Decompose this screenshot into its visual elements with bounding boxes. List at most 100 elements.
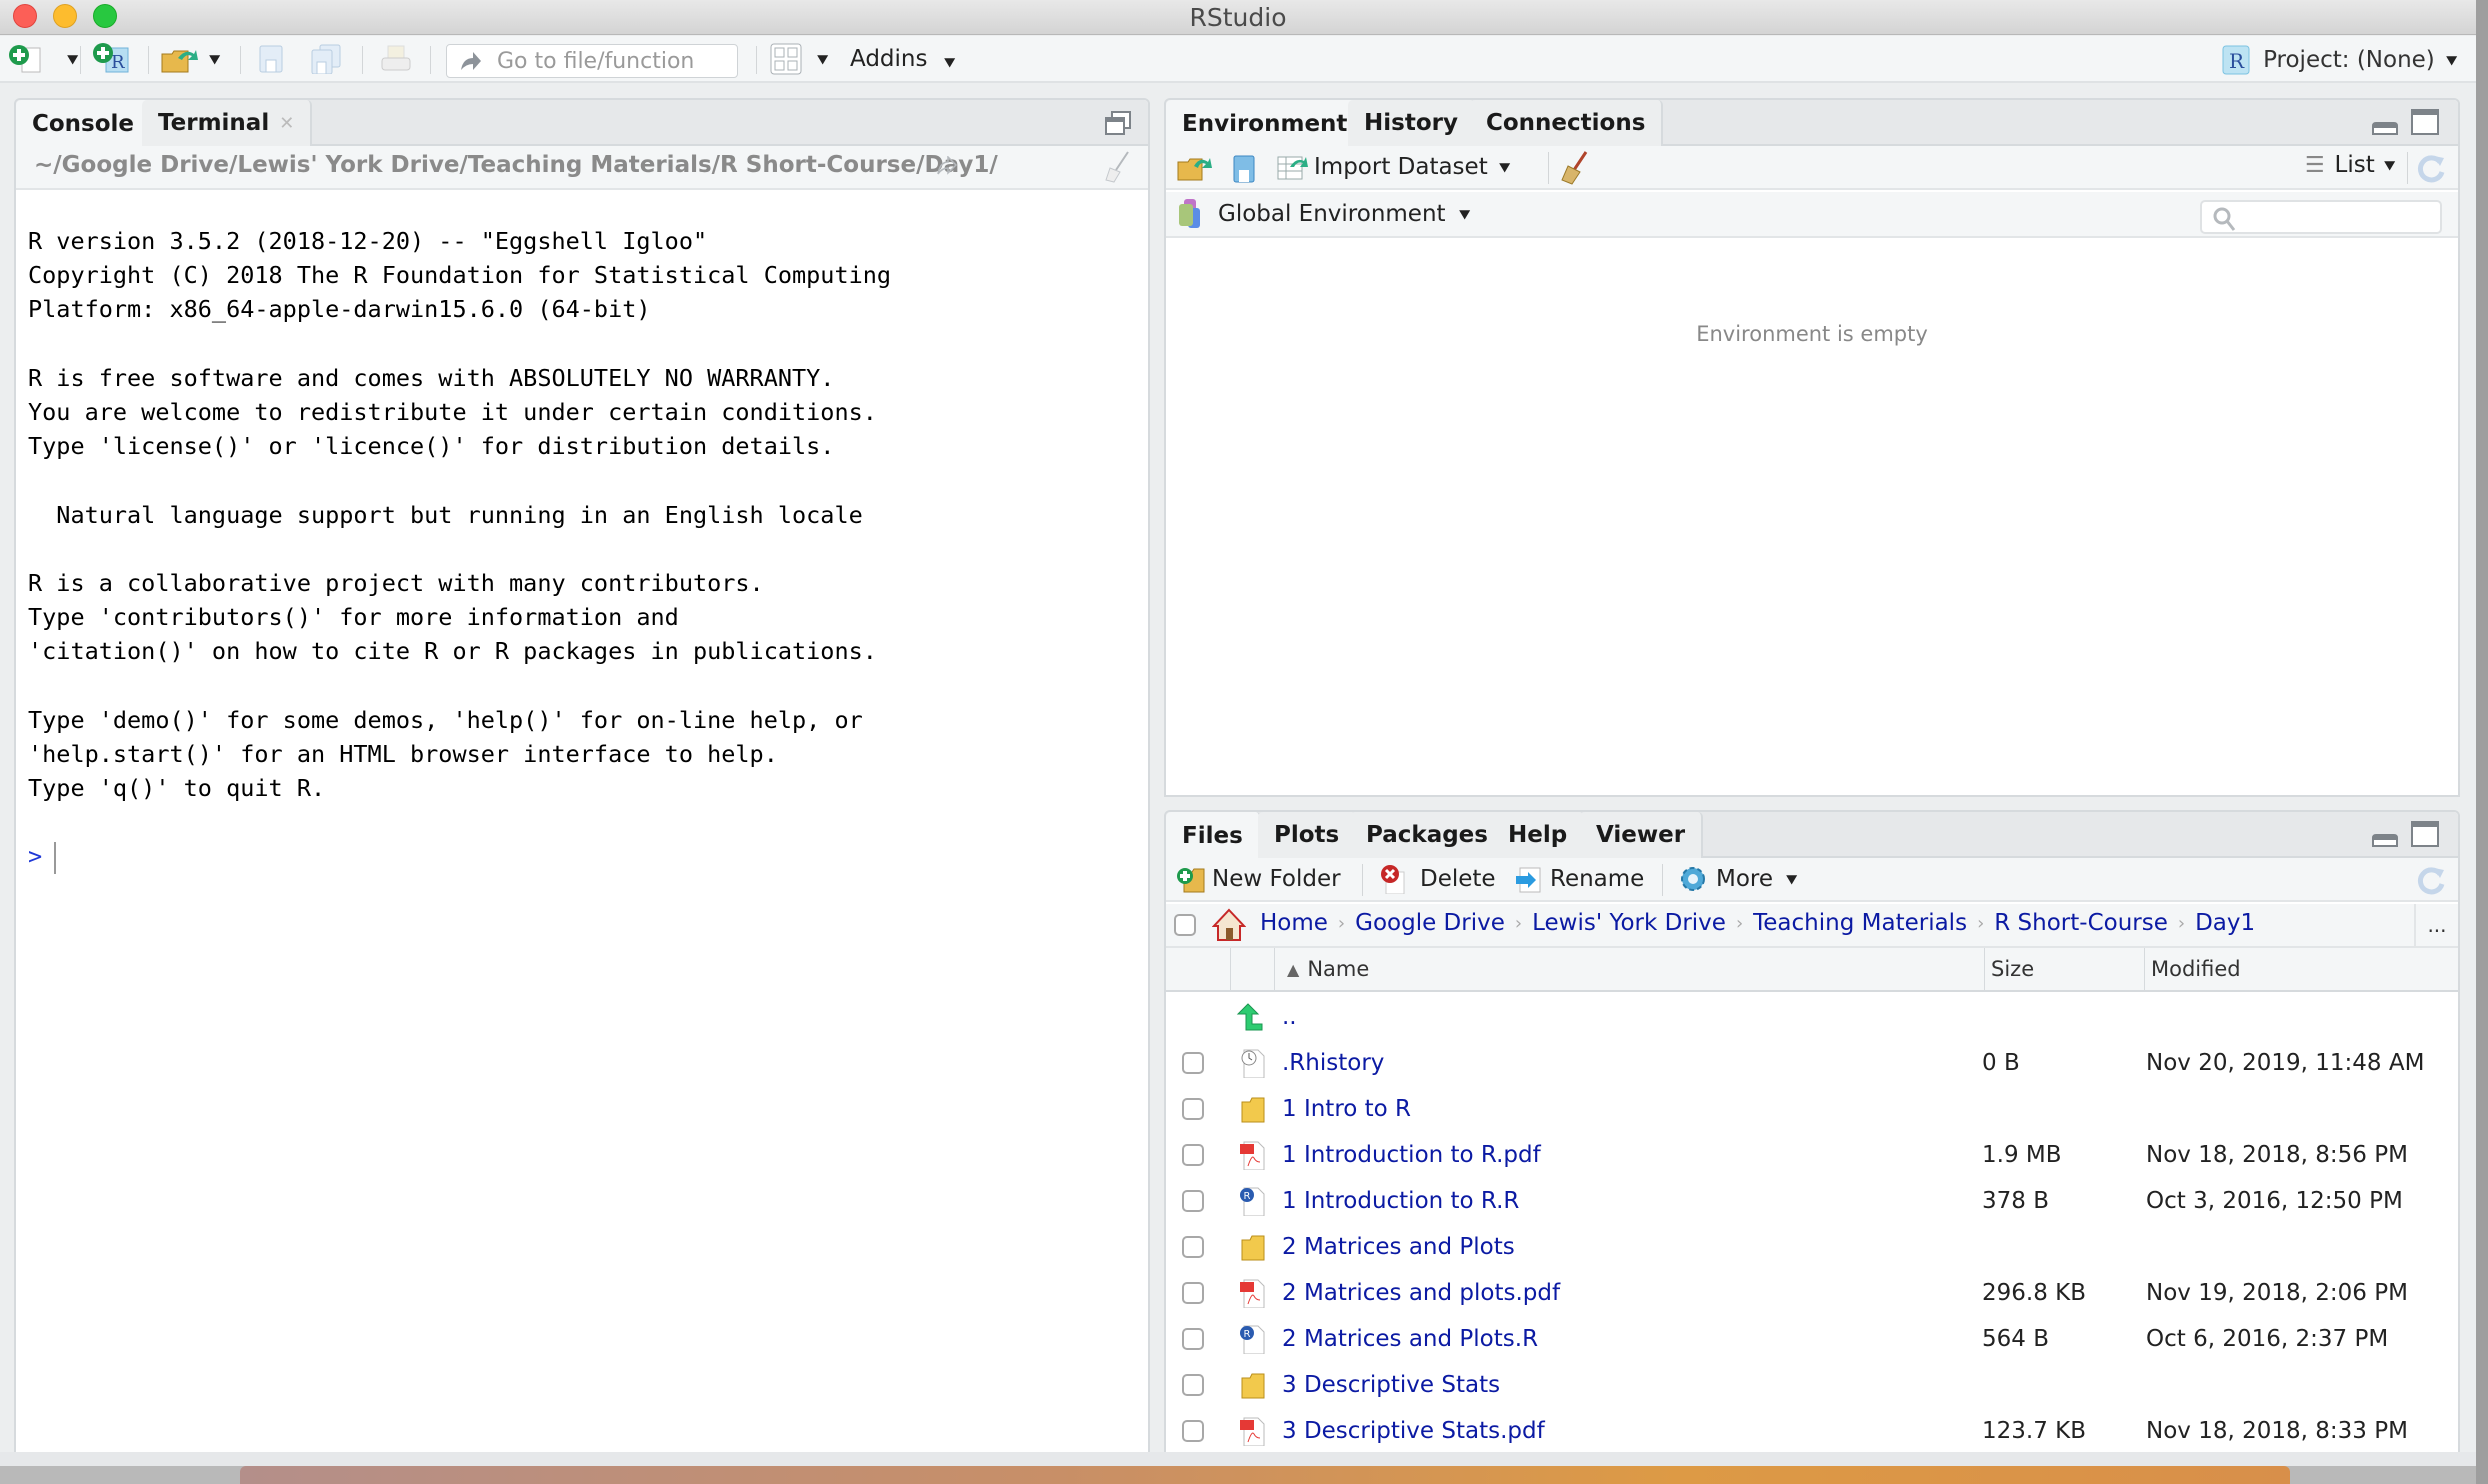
file-name-link[interactable]: 3 Descriptive Stats.pdf <box>1282 1418 1545 1444</box>
working-directory[interactable]: ~/Google Drive/Lewis' York Drive/Teachin… <box>34 152 998 178</box>
tab-history[interactable]: History <box>1348 100 1476 146</box>
console-output[interactable]: R version 3.5.2 (2018-12-20) -- "Eggshel… <box>28 224 1138 1452</box>
svg-text:R: R <box>111 52 125 73</box>
file-checkbox[interactable] <box>1182 1282 1204 1304</box>
column-header-name[interactable]: ▲ Name <box>1274 948 1984 990</box>
tab-connections[interactable]: Connections <box>1470 100 1664 146</box>
tab-terminal[interactable]: Terminal ✕ <box>142 100 313 146</box>
file-name-link[interactable]: 1 Intro to R <box>1282 1096 1411 1122</box>
save-workspace-icon[interactable] <box>1232 154 1256 184</box>
import-dataset-button[interactable]: Import Dataset ▼ <box>1276 150 1510 184</box>
file-row[interactable]: 2 Matrices and Plots <box>1166 1224 2458 1270</box>
maximize-pane-icon[interactable] <box>2410 820 2440 848</box>
tab-files[interactable]: Files <box>1166 812 1261 860</box>
file-checkbox[interactable] <box>1182 1052 1204 1074</box>
tab-console[interactable]: Console <box>16 100 153 148</box>
breadcrumb-item[interactable]: Day1 <box>2195 910 2255 936</box>
file-name-link[interactable]: 1 Introduction to R.R <box>1282 1188 1519 1214</box>
tab-viewer[interactable]: Viewer <box>1580 812 1704 858</box>
file-checkbox[interactable] <box>1182 1144 1204 1166</box>
breadcrumb-item[interactable]: Teaching Materials <box>1753 910 1967 936</box>
tab-label: History <box>1364 110 1458 136</box>
minimize-pane-icon[interactable] <box>2372 120 2398 136</box>
goto-directory-icon[interactable] <box>936 156 958 176</box>
file-checkbox[interactable] <box>1182 1098 1204 1120</box>
more-menu[interactable]: More ▼ <box>1678 864 1797 894</box>
pane-layout-button[interactable]: ▼ <box>770 43 828 75</box>
restore-pane-icon[interactable] <box>1104 110 1132 136</box>
breadcrumb-item[interactable]: Google Drive <box>1355 910 1505 936</box>
breadcrumb-item[interactable]: Lewis' York Drive <box>1532 910 1726 936</box>
chevron-down-icon[interactable]: ▼ <box>67 52 78 66</box>
save-all-button[interactable] <box>310 44 342 74</box>
file-row[interactable]: 1 Intro to R <box>1166 1086 2458 1132</box>
close-tab-icon[interactable]: ✕ <box>279 113 294 134</box>
rename-button[interactable]: Rename <box>1514 864 1644 894</box>
file-row[interactable]: 3 Descriptive Stats.pdf 123.7 KB Nov 18, 2… <box>1166 1408 2458 1452</box>
tab-plots[interactable]: Plots <box>1258 812 1358 858</box>
file-size: 123.7 KB <box>1982 1418 2087 1444</box>
file-name-link[interactable]: .Rhistory <box>1282 1050 1384 1076</box>
addins-menu[interactable]: Addins ▼ <box>850 46 955 72</box>
delete-button[interactable]: Delete <box>1380 864 1496 894</box>
new-project-button[interactable]: R <box>92 43 132 74</box>
env-search-input[interactable] <box>2200 200 2442 234</box>
breadcrumb-item[interactable]: R Short-Course <box>1994 910 2168 936</box>
goto-file-function-input[interactable]: Go to file/function <box>446 44 738 78</box>
tab-packages[interactable]: Packages <box>1350 812 1506 858</box>
file-checkbox[interactable] <box>1182 1236 1204 1258</box>
new-file-button[interactable]: ▼ <box>8 44 78 74</box>
env-scope-bar: Global Environment ▼ <box>1166 192 2458 238</box>
file-checkbox[interactable] <box>1182 1328 1204 1350</box>
home-icon[interactable] <box>1212 908 1246 942</box>
breadcrumb-separator-icon: › <box>1735 912 1744 934</box>
refresh-icon[interactable] <box>2416 154 2446 184</box>
refresh-icon[interactable] <box>2416 866 2446 896</box>
chevron-down-icon[interactable]: ▼ <box>817 52 828 66</box>
file-row[interactable]: 3 Descriptive Stats <box>1166 1362 2458 1408</box>
gear-icon <box>1681 867 1705 891</box>
file-row[interactable]: 1 Introduction to R.pdf 1.9 MB Nov 18, 201… <box>1166 1132 2458 1178</box>
save-button[interactable] <box>258 44 284 74</box>
console-output-line: R version 3.5.2 (2018-12-20) -- "Eggshel… <box>28 227 708 255</box>
clear-console-broom-icon[interactable] <box>1104 150 1132 184</box>
file-row[interactable]: 2 Matrices and plots.pdf 296.8 KB Nov 19, … <box>1166 1270 2458 1316</box>
file-row[interactable]: R 2 Matrices and Plots.R 564 B Oct 6, 2016,… <box>1166 1316 2458 1362</box>
clear-workspace-broom-icon[interactable] <box>1560 150 1590 186</box>
load-workspace-icon[interactable] <box>1176 152 1216 184</box>
chevron-down-icon[interactable]: ▼ <box>209 52 220 66</box>
file-name-link[interactable]: 2 Matrices and plots.pdf <box>1282 1280 1560 1306</box>
view-mode-menu[interactable]: ☰ List ▼ <box>2305 152 2395 178</box>
breadcrumb-separator-icon: › <box>1514 912 1523 934</box>
svg-text:R: R <box>1244 1329 1251 1340</box>
file-checkbox[interactable] <box>1182 1190 1204 1212</box>
breadcrumb-item[interactable]: Home <box>1260 910 1328 936</box>
print-button[interactable] <box>380 44 412 74</box>
tab-environment[interactable]: Environment <box>1166 100 1366 148</box>
file-name-link[interactable]: 1 Introduction to R.pdf <box>1282 1142 1541 1168</box>
new-file-icon <box>9 45 41 73</box>
minimize-pane-icon[interactable] <box>2372 832 2398 848</box>
file-row[interactable]: .Rhistory 0 B Nov 20, 2019, 11:48 AM <box>1166 1040 2458 1086</box>
file-name-link[interactable]: 3 Descriptive Stats <box>1282 1372 1500 1398</box>
console-output-line: R is free software and comes with ABSOLU… <box>28 363 835 392</box>
scope-selector[interactable]: Global Environment ▼ <box>1178 198 1470 230</box>
project-menu[interactable]: R Project: (None) ▼ <box>2221 44 2457 76</box>
file-name-link[interactable]: 2 Matrices and Plots <box>1282 1234 1515 1260</box>
new-folder-button[interactable]: New Folder <box>1176 864 1341 894</box>
new-project-icon: R <box>93 43 129 73</box>
tab-help[interactable]: Help <box>1492 812 1586 858</box>
maximize-pane-icon[interactable] <box>2410 108 2440 136</box>
file-checkbox[interactable] <box>1182 1420 1204 1442</box>
open-file-button[interactable]: ▼ <box>160 44 220 74</box>
column-header-modified[interactable]: Modified <box>2144 948 2458 990</box>
file-name-link[interactable]: 2 Matrices and Plots.R <box>1282 1326 1538 1352</box>
file-checkbox[interactable] <box>1182 1374 1204 1396</box>
file-row[interactable]: R 1 Introduction to R.R 378 B Oct 3, 2016, … <box>1166 1178 2458 1224</box>
breadcrumb-more-button[interactable]: ... <box>2414 904 2458 946</box>
select-all-checkbox[interactable] <box>1174 914 1196 936</box>
parent-directory-link[interactable]: .. <box>1282 1004 1297 1030</box>
parent-directory-row[interactable]: .. <box>1166 994 2458 1040</box>
column-header-size[interactable]: Size <box>1984 948 2144 990</box>
